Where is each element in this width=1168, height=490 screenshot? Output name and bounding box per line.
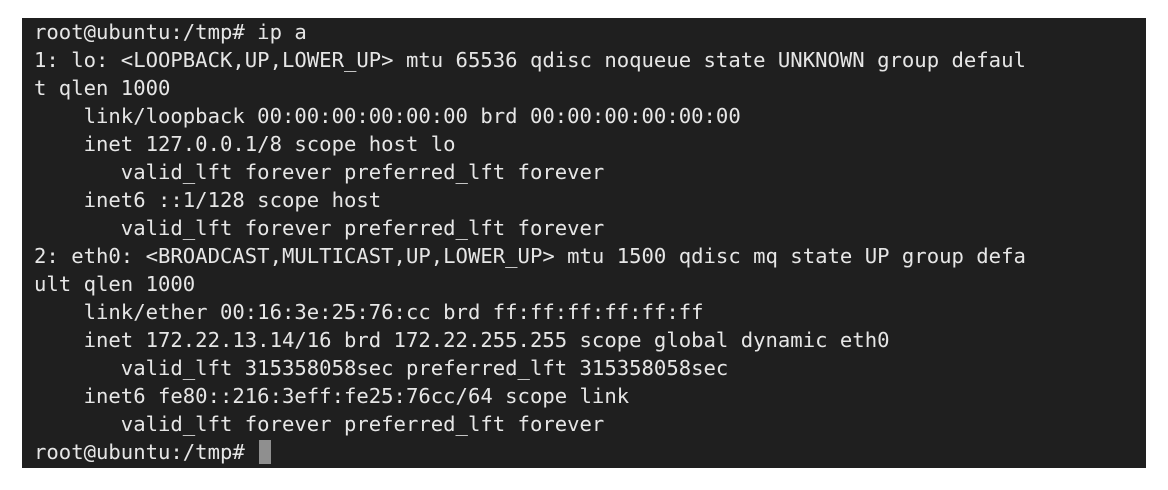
terminal-line: inet6 ::1/128 scope host [34,188,382,212]
terminal-output: root@ubuntu:/tmp# ip a 1: lo: <LOOPBACK,… [34,18,1146,466]
terminal-line: valid_lft forever preferred_lft forever [34,412,605,436]
terminal-line: inet 127.0.0.1/8 scope host lo [34,132,456,156]
terminal-line: ult qlen 1000 [34,272,196,296]
prompt-line[interactable]: root@ubuntu:/tmp# [34,438,1146,466]
terminal-line: inet6 fe80::216:3eff:fe25:76cc/64 scope … [34,384,630,408]
terminal-line: link/ether 00:16:3e:25:76:cc brd ff:ff:f… [34,300,704,324]
terminal-line: t qlen 1000 [34,76,171,100]
terminal-line: link/loopback 00:00:00:00:00:00 brd 00:0… [34,104,741,128]
terminal-line: valid_lft forever preferred_lft forever [34,216,605,240]
terminal-line: 2: eth0: <BROADCAST,MULTICAST,UP,LOWER_U… [34,244,1026,268]
text-cursor [259,440,272,464]
terminal-line: valid_lft 315358058sec preferred_lft 315… [34,356,729,380]
terminal-line: valid_lft forever preferred_lft forever [34,160,605,184]
terminal-line: root@ubuntu:/tmp# ip a [34,20,307,44]
shell-prompt: root@ubuntu:/tmp# [34,440,258,464]
terminal-line: inet 172.22.13.14/16 brd 172.22.255.255 … [34,328,890,352]
terminal-window[interactable]: root@ubuntu:/tmp# ip a 1: lo: <LOOPBACK,… [22,18,1146,468]
terminal-line: 1: lo: <LOOPBACK,UP,LOWER_UP> mtu 65536 … [34,48,1026,72]
